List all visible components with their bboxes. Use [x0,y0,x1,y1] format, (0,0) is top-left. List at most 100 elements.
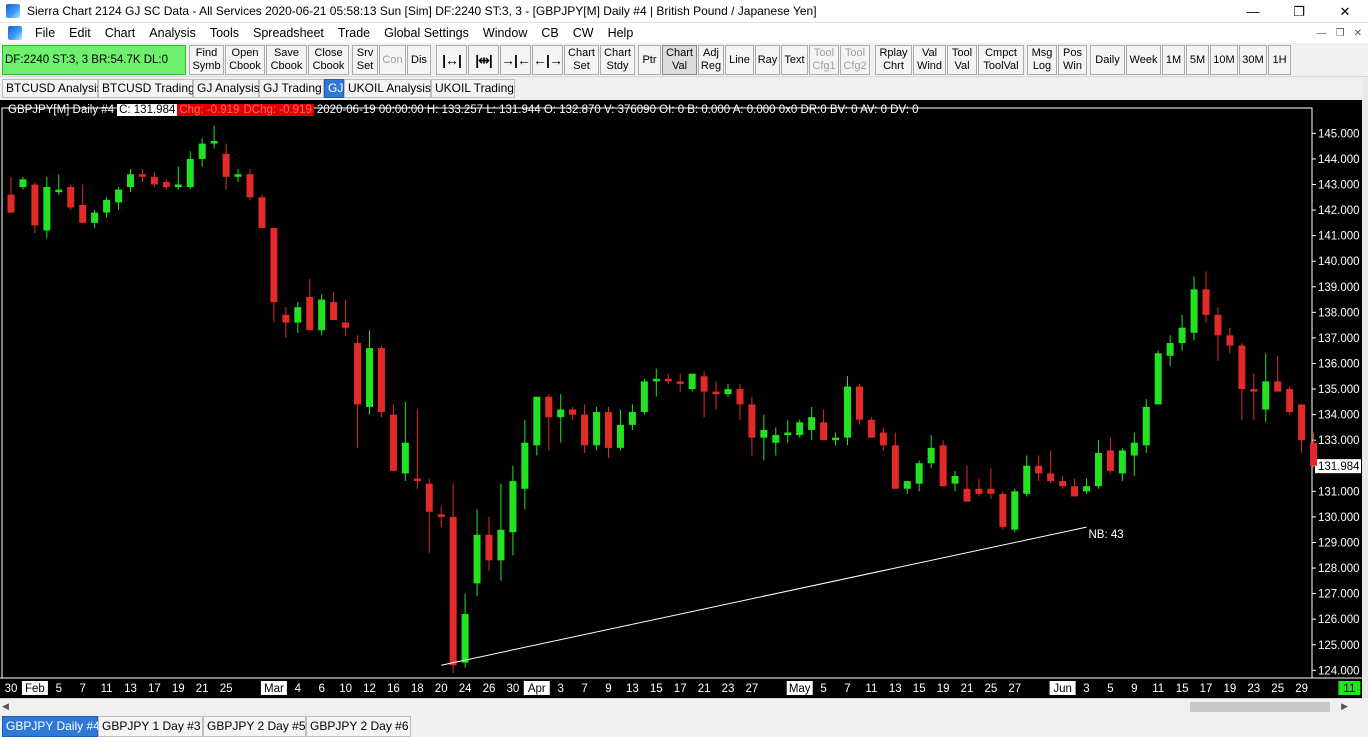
up-candle-body[interactable] [1118,450,1126,474]
menu-edit[interactable]: Edit [62,23,98,43]
up-candle-body[interactable] [115,189,123,203]
find-symb-button[interactable]: Find Symb [189,45,224,75]
chart-window-tab[interactable]: GBPJPY 2 Day #6 [306,716,411,737]
scroll-left-button[interactable]: →|← [500,45,531,75]
down-candle-body[interactable] [425,483,433,512]
adj-reg-button[interactable]: Adj Reg [698,45,724,75]
down-candle-body[interactable] [939,445,947,487]
up-candle-body[interactable] [234,174,242,177]
menu-file[interactable]: File [28,23,62,43]
down-candle-body[interactable] [676,381,684,384]
up-candle-body[interactable] [473,534,481,584]
down-candle-body[interactable] [1274,381,1282,392]
down-candle-body[interactable] [389,414,397,471]
down-candle-body[interactable] [1226,335,1234,346]
child-minimize-button[interactable]: — [1317,28,1327,39]
down-candle-body[interactable] [999,493,1007,528]
down-candle-body[interactable] [712,391,720,395]
up-candle-body[interactable] [91,212,99,223]
scroll-left-arrow-icon[interactable]: ◀ [2,701,9,712]
restore-button[interactable]: ❐ [1276,0,1322,23]
srv-set-button[interactable]: Srv Set [352,45,378,75]
con-button[interactable]: Con [379,45,406,75]
down-candle-body[interactable] [736,389,744,405]
down-candle-body[interactable] [330,302,338,321]
msg-log-button[interactable]: Msg Log [1027,45,1057,75]
down-candle-body[interactable] [7,194,15,213]
up-candle-body[interactable] [1166,343,1174,356]
val-wind-button[interactable]: Val Wind [913,45,946,75]
down-candle-body[interactable] [1071,486,1079,497]
down-candle-body[interactable] [664,378,672,382]
5m-button[interactable]: 5M [1186,45,1209,75]
up-candle-body[interactable] [903,481,911,489]
dis-button[interactable]: Dis [407,45,431,75]
up-candle-body[interactable] [951,475,959,484]
down-candle-body[interactable] [963,488,971,502]
menu-tools[interactable]: Tools [203,23,246,43]
menu-cw[interactable]: CW [566,23,601,43]
up-candle-body[interactable] [844,386,851,438]
down-candle-body[interactable] [354,343,362,405]
up-candle-body[interactable] [55,189,63,193]
down-candle-body[interactable] [270,227,278,303]
up-candle-body[interactable] [1142,406,1150,446]
down-candle-body[interactable] [258,197,266,228]
down-candle-body[interactable] [605,412,612,448]
up-candle-body[interactable] [915,463,923,484]
menu-window[interactable]: Window [476,23,534,43]
down-candle-body[interactable] [1238,345,1246,390]
up-candle-body[interactable] [808,417,816,430]
up-candle-body[interactable] [616,424,624,448]
menu-help[interactable]: Help [601,23,641,43]
down-candle-body[interactable] [820,422,828,441]
tool-val-button[interactable]: Tool Val [947,45,977,75]
chart-val-button[interactable]: Chart Val [662,45,697,75]
child-close-button[interactable]: ✕ [1354,28,1362,39]
save-cbook-button[interactable]: Save Cbook [266,45,307,75]
up-candle-body[interactable] [43,187,51,231]
cmpct-toolval-button[interactable]: Cmpct ToolVal [978,45,1024,75]
scrollbar-thumb[interactable] [1190,702,1330,712]
trendline[interactable] [441,526,1087,666]
up-candle-body[interactable] [461,614,469,663]
down-candle-body[interactable] [700,376,708,392]
up-candle-body[interactable] [772,435,780,443]
down-candle-body[interactable] [79,204,87,223]
down-candle-body[interactable] [342,322,350,328]
up-candle-body[interactable] [593,412,601,446]
10m-button[interactable]: 10M [1210,45,1238,75]
up-candle-body[interactable] [497,529,505,561]
down-candle-body[interactable] [748,404,756,438]
close-button[interactable]: ✕ [1322,0,1368,23]
text-button[interactable]: Text [781,45,808,75]
tool-cfg2-button[interactable]: Tool Cfg2 [840,45,870,75]
down-candle-body[interactable] [855,386,863,420]
daily-button[interactable]: Daily [1090,45,1125,75]
down-candle-body[interactable] [1286,389,1294,413]
up-candle-body[interactable] [1190,289,1198,333]
menu-analysis[interactable]: Analysis [142,23,203,43]
1m-button[interactable]: 1M [1162,45,1185,75]
up-candle-body[interactable] [186,158,194,188]
down-candle-body[interactable] [1310,442,1318,466]
down-candle-body[interactable] [31,184,39,226]
up-candle-body[interactable] [401,442,409,474]
scroll-right-arrow-icon[interactable]: ▶ [1341,701,1348,712]
up-candle-body[interactable] [198,143,206,159]
up-candle-body[interactable] [210,141,218,144]
menu-global-settings[interactable]: Global Settings [377,23,476,43]
up-candle-body[interactable] [1094,452,1102,487]
chartbook-tab[interactable]: GJ Analysis [193,79,260,98]
up-candle-body[interactable] [294,307,302,323]
horizontal-scrollbar[interactable]: ◀ ▶ [0,698,1362,714]
menu-trade[interactable]: Trade [331,23,377,43]
chart-window-tab[interactable]: GBPJPY 2 Day #5 [203,716,306,737]
down-candle-body[interactable] [891,445,899,489]
up-candle-body[interactable] [521,442,529,489]
open-cbook-button[interactable]: Open Cbook [225,45,265,75]
child-restore-button[interactable]: ❐ [1336,28,1345,39]
up-candle-body[interactable] [1011,491,1019,530]
down-candle-body[interactable] [449,516,457,666]
menu-chart[interactable]: Chart [98,23,143,43]
